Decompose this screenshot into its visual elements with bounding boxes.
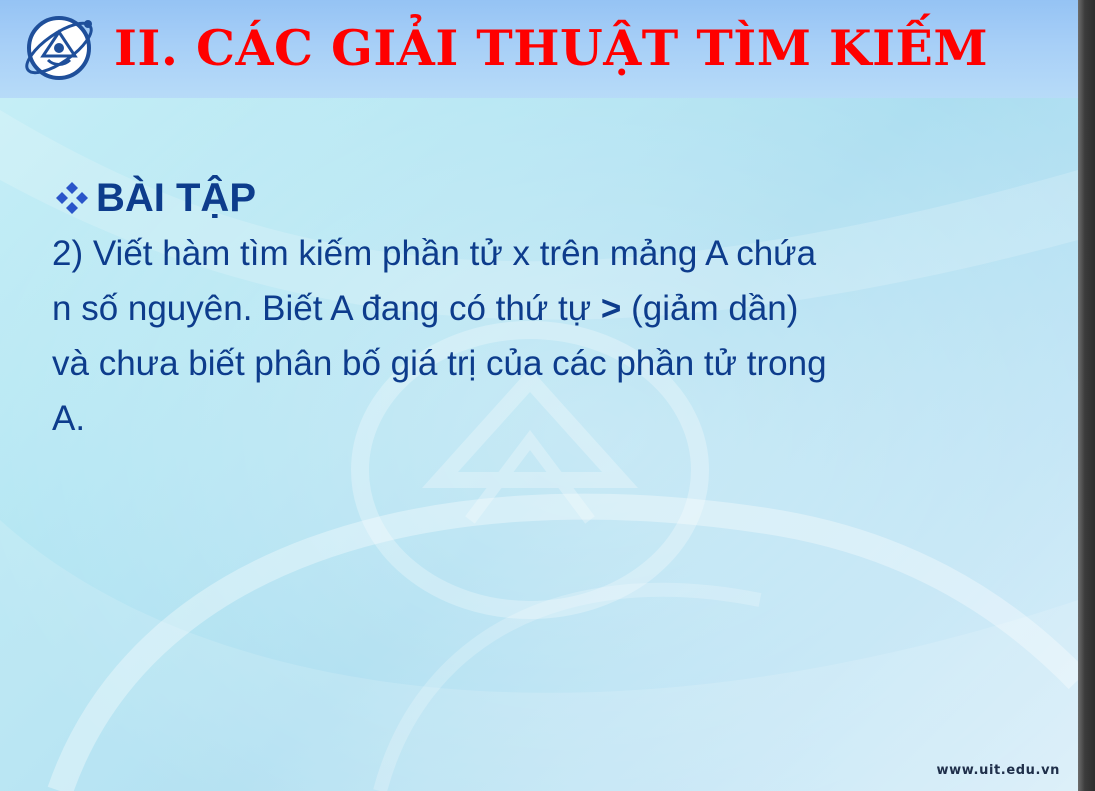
slide-title: II. CÁC GIẢI THUẬT TÌM KIẾM xyxy=(114,19,989,77)
diamond-bullet-icon xyxy=(56,182,88,214)
exercise-line-text: (giảm dần) xyxy=(621,289,799,328)
exercise-line: n số nguyên. Biết A đang có thứ tự > (gi… xyxy=(52,281,1012,336)
window-edge xyxy=(1078,0,1095,791)
exercise-line: 2) Viết hàm tìm kiếm phần tử x trên mảng… xyxy=(52,234,817,273)
exercise-line-text: n số nguyên. Biết A đang có thứ tự xyxy=(52,289,601,328)
section-header: BÀI TẬP xyxy=(52,170,256,226)
exercise-line: A. xyxy=(52,399,86,438)
title-bar: II. CÁC GIẢI THUẬT TÌM KIẾM xyxy=(0,0,1078,98)
university-logo-icon xyxy=(25,16,93,80)
comparison-operator: > xyxy=(600,289,622,328)
footer-url: www.uit.edu.vn xyxy=(936,763,1060,778)
exercise-line: và chưa biết phân bố giá trị của các phầ… xyxy=(52,344,827,383)
section-heading: BÀI TẬP xyxy=(96,176,256,220)
slide: II. CÁC GIẢI THUẬT TÌM KIẾM BÀI TẬP 2) V… xyxy=(0,0,1078,791)
exercise-text: 2) Viết hàm tìm kiếm phần tử x trên mảng… xyxy=(52,226,1012,446)
